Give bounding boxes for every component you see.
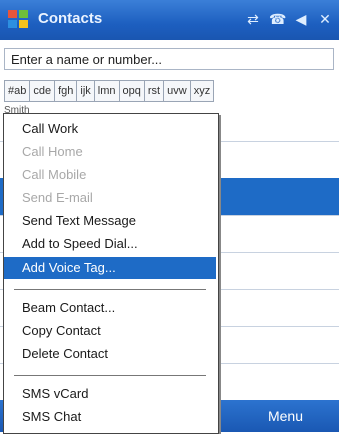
menu-item-call-home: Call Home: [22, 144, 83, 159]
alpha-tab[interactable]: opq: [118, 80, 145, 102]
alpha-tab[interactable]: fgh: [54, 80, 78, 102]
alpha-tab[interactable]: cde: [29, 80, 56, 102]
alpha-tab[interactable]: lmn: [93, 80, 120, 102]
alpha-tab[interactable]: xyz: [189, 80, 215, 102]
search-input[interactable]: Enter a name or number...: [4, 48, 334, 70]
connectivity-icon[interactable]: ⇄: [245, 11, 261, 27]
menu-item-beam-contact[interactable]: Beam Contact...: [4, 297, 216, 319]
close-icon[interactable]: ✕: [317, 11, 333, 27]
start-windows-icon[interactable]: [6, 7, 30, 31]
menu-item-copy-contact[interactable]: Copy Contact: [4, 320, 216, 342]
menu-item-sms-chat[interactable]: SMS Chat: [4, 406, 216, 428]
alpha-tab[interactable]: ijk: [76, 80, 95, 102]
alphabet-tabs: #ab cde fgh ijk lmn opq rst uvw xyz: [4, 80, 339, 102]
volume-icon[interactable]: ◀: [293, 11, 309, 27]
menu-item-voice-tag[interactable]: Add Voice Tag...: [4, 257, 216, 279]
menu-separator: [14, 289, 206, 290]
title-bar: Contacts ⇄ ☎ ◀ ✕: [0, 0, 339, 40]
context-menu: Call Work Call Home Call Mobile Send E-m…: [3, 113, 219, 434]
alpha-tab[interactable]: #ab: [4, 80, 31, 102]
menu-item-speed-dial[interactable]: Add to Speed Dial...: [4, 233, 216, 255]
menu-item-sms-vcard[interactable]: SMS vCard: [4, 383, 216, 405]
menu-item-send-text[interactable]: Send Text Message: [4, 210, 216, 232]
window-title: Contacts: [38, 10, 103, 27]
menu-item-delete-contact[interactable]: Delete Contact: [4, 343, 216, 365]
menu-item-call-mobile: Call Mobile: [22, 167, 87, 182]
phone-icon[interactable]: ☎: [269, 11, 286, 27]
menu-item-send-email: Send E-mail: [22, 190, 93, 205]
alpha-tab[interactable]: rst: [143, 80, 165, 102]
menu-softkey-button[interactable]: Menu: [232, 400, 339, 432]
menu-item-call-work[interactable]: Call Work: [4, 118, 216, 140]
menu-separator: [14, 375, 206, 376]
alpha-tab[interactable]: uvw: [163, 80, 191, 102]
